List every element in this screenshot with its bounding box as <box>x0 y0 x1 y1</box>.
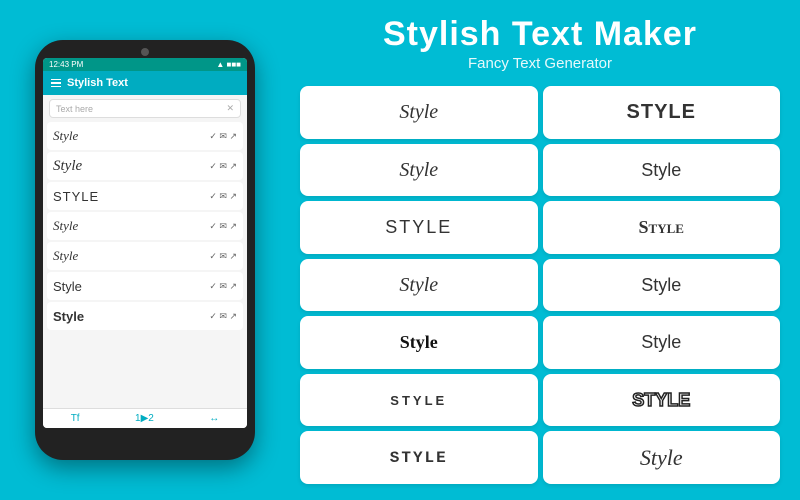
list-item[interactable]: Style ✓ ✉ ↗ <box>47 152 243 180</box>
bottom-btn-1[interactable]: Tf <box>71 413 80 424</box>
style-card-14[interactable]: Style <box>543 431 781 484</box>
style-text-2: STYLE <box>627 101 696 124</box>
style-text-5: STYLE <box>385 217 452 238</box>
style-card-3[interactable]: Style <box>300 144 538 197</box>
list-text-7: Style <box>53 309 84 324</box>
list-text-2: Style <box>53 158 82 175</box>
right-section: Stylish Text Maker Fancy Text Generator … <box>290 0 800 500</box>
list-item[interactable]: Style ✓ ✉ ↗ <box>47 272 243 300</box>
style-text-7: Style <box>399 274 438 297</box>
list-icons-7: ✓ ✉ ↗ <box>209 311 237 322</box>
list-item[interactable]: Style ✓ ✉ ↗ <box>47 242 243 270</box>
style-text-10: Style <box>641 332 681 353</box>
hamburger-icon[interactable] <box>51 79 61 88</box>
bottom-btn-3[interactable]: ↔ <box>209 413 219 424</box>
list-item[interactable]: Style ✓ ✉ ↗ <box>47 122 243 150</box>
list-icons-2: ✓ ✉ ↗ <box>209 161 237 172</box>
phone-app-title: Stylish Text <box>67 77 128 89</box>
list-item[interactable]: Style ✓ ✉ ↗ <box>47 212 243 240</box>
search-placeholder: Text here <box>56 104 93 114</box>
list-icons-4: ✓ ✉ ↗ <box>209 221 237 232</box>
list-item[interactable]: STYLE ✓ ✉ ↗ <box>47 182 243 210</box>
style-text-9: Style <box>400 332 438 353</box>
list-item[interactable]: Style ✓ ✉ ↗ <box>47 302 243 330</box>
phone-bottom-bar: Tf 1▶2 ↔ <box>43 408 247 428</box>
style-card-7[interactable]: Style <box>300 259 538 312</box>
list-icons-3: ✓ ✉ ↗ <box>209 191 237 202</box>
style-card-2[interactable]: STYLE <box>543 86 781 139</box>
style-card-1[interactable]: Style <box>300 86 538 139</box>
list-icons-1: ✓ ✉ ↗ <box>209 131 237 142</box>
style-text-1: Style <box>399 101 438 124</box>
phone-search-bar[interactable]: Text here ✕ <box>49 99 241 118</box>
phone-list: Style ✓ ✉ ↗ Style ✓ ✉ ↗ STYLE ✓ ✉ ↗ Styl… <box>43 122 247 408</box>
list-icons-5: ✓ ✉ ↗ <box>209 251 237 262</box>
list-text-5: Style <box>53 248 78 264</box>
clear-icon[interactable]: ✕ <box>226 103 234 114</box>
style-card-13[interactable]: STYLE <box>300 431 538 484</box>
style-text-8: Style <box>641 275 681 296</box>
status-icons: ▲ ■■■ <box>216 60 241 69</box>
list-icons-6: ✓ ✉ ↗ <box>209 281 237 292</box>
camera-icon <box>141 48 149 56</box>
list-text-3: STYLE <box>53 189 99 204</box>
style-text-12: STYLE <box>632 390 690 411</box>
app-title: Stylish Text Maker <box>300 16 780 53</box>
style-card-8[interactable]: Style <box>543 259 781 312</box>
style-card-10[interactable]: Style <box>543 316 781 369</box>
status-bar: 12:43 PM ▲ ■■■ <box>43 58 247 71</box>
style-text-14: Style <box>640 445 683 471</box>
style-text-4: Style <box>641 160 681 181</box>
bottom-btn-2[interactable]: 1▶2 <box>135 413 154 424</box>
phone-top <box>43 48 247 58</box>
style-text-13: STYLE <box>390 449 448 467</box>
style-card-5[interactable]: STYLE <box>300 201 538 254</box>
app-header: Stylish Text Maker Fancy Text Generator <box>300 16 780 72</box>
style-card-11[interactable]: STYLE <box>300 374 538 427</box>
style-card-9[interactable]: Style <box>300 316 538 369</box>
phone-toolbar: Stylish Text <box>43 71 247 95</box>
style-text-3: Style <box>399 159 438 182</box>
list-text-4: Style <box>53 218 78 234</box>
phone-section: 12:43 PM ▲ ■■■ Stylish Text Text here ✕ … <box>0 0 290 500</box>
app-subtitle: Fancy Text Generator <box>300 55 780 72</box>
style-text-11: STYLE <box>390 393 447 408</box>
phone-mockup: 12:43 PM ▲ ■■■ Stylish Text Text here ✕ … <box>35 40 255 460</box>
phone-screen: 12:43 PM ▲ ■■■ Stylish Text Text here ✕ … <box>43 58 247 428</box>
list-text-6: Style <box>53 279 82 294</box>
status-time: 12:43 PM <box>49 60 83 69</box>
style-card-4[interactable]: Style <box>543 144 781 197</box>
style-card-12[interactable]: STYLE <box>543 374 781 427</box>
style-grid: Style STYLE Style Style STYLE Style Styl… <box>300 86 780 484</box>
style-card-6[interactable]: Style <box>543 201 781 254</box>
style-text-6: Style <box>639 217 684 238</box>
list-text-1: Style <box>53 128 78 144</box>
